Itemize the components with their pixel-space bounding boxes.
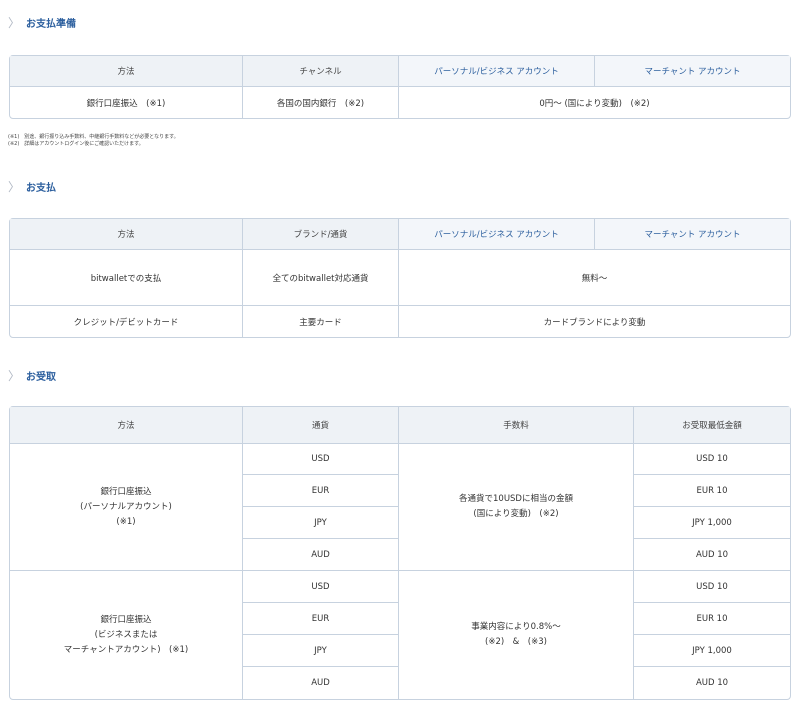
cell-currency: EUR bbox=[243, 475, 399, 507]
header-method: 方法 bbox=[10, 56, 243, 87]
cell-currency: AUD bbox=[243, 539, 399, 571]
method-line: 銀行口座振込 bbox=[100, 486, 152, 497]
cell-currency: USD bbox=[243, 444, 399, 475]
section-title-receive: 〉 お受取 bbox=[8, 367, 56, 384]
section-title-prep: 〉 お支払準備 bbox=[8, 14, 76, 31]
header-personal-business: パーソナル/ビジネス アカウント bbox=[399, 56, 595, 87]
header-brand: ブランド/通貨 bbox=[243, 219, 399, 250]
table-row: 銀行口座振込 (※1) 各国の国内銀行 (※2) 0円〜 (国により変動) (※… bbox=[10, 87, 790, 118]
cell-currency: EUR bbox=[243, 603, 399, 635]
cell-currency: AUD bbox=[243, 667, 399, 699]
prep-table: 方法 チャンネル パーソナル/ビジネス アカウント マーチャント アカウント 銀… bbox=[9, 55, 791, 119]
method-line: マーチャントアカウント) (※1) bbox=[63, 644, 189, 655]
header-personal-business: パーソナル/ビジネス アカウント bbox=[399, 219, 595, 250]
section-title-text: お受取 bbox=[26, 372, 57, 383]
cell-minimum: JPY 1,000 bbox=[634, 507, 790, 539]
note-1: (※1) 別途、銀行振り込み手数料、中継銀行手数料などが必要となります。 bbox=[8, 134, 179, 140]
cell-fee-business: 事業内容により0.8%〜 (※2) & (※3) bbox=[399, 571, 634, 699]
cell-minimum: AUD 10 bbox=[634, 539, 790, 571]
receive-table: 方法 通貨 手数料 お受取最低金額 銀行口座振込 (パーソナルアカウント) (※… bbox=[9, 406, 791, 700]
method-line: (ビジネスまたは bbox=[94, 629, 158, 640]
table-row: 銀行口座振込 (ビジネスまたは マーチャントアカウント) (※1) USD 事業… bbox=[10, 571, 790, 699]
table-row: bitwalletでの支払 全てのbitwallet対応通貨 無料〜 bbox=[10, 250, 790, 306]
section-title-payment: 〉 お支払 bbox=[8, 178, 56, 195]
cell-fee: 無料〜 bbox=[399, 250, 790, 306]
table-row: 銀行口座振込 (パーソナルアカウント) (※1) USD 各通貨で10USDに相… bbox=[10, 444, 790, 571]
cell-currency: JPY bbox=[243, 507, 399, 539]
table-row: クレジット/デビットカード 主要カード カードブランドにより変動 bbox=[10, 306, 790, 337]
header-merchant: マーチャント アカウント bbox=[595, 56, 790, 87]
cell-brand: 全てのbitwallet対応通貨 bbox=[243, 250, 399, 306]
header-method: 方法 bbox=[10, 219, 243, 250]
section-title-text: お支払 bbox=[26, 183, 57, 194]
fee-line: 各通貨で10USDに相当の金額 bbox=[459, 494, 573, 504]
cell-minimum: EUR 10 bbox=[634, 603, 790, 635]
payment-table: 方法 ブランド/通貨 パーソナル/ビジネス アカウント マーチャント アカウント… bbox=[9, 218, 791, 338]
cell-fee: 0円〜 (国により変動) (※2) bbox=[539, 98, 650, 109]
fee-line: (国により変動) (※2) bbox=[473, 509, 559, 519]
cell-fee-personal: 各通貨で10USDに相当の金額 (国により変動) (※2) bbox=[399, 444, 634, 571]
header-merchant: マーチャント アカウント bbox=[595, 219, 790, 250]
cell-method-personal: 銀行口座振込 (パーソナルアカウント) (※1) bbox=[10, 444, 243, 571]
cell-currency: USD bbox=[243, 571, 399, 603]
fee-line: 事業内容により0.8%〜 bbox=[471, 622, 561, 632]
cell-minimum: AUD 10 bbox=[695, 678, 729, 688]
cell-channel: 各国の国内銀行 (※2) bbox=[243, 87, 399, 118]
cell-brand: 主要カード bbox=[243, 306, 399, 337]
header-minimum: お受取最低金額 bbox=[634, 407, 790, 444]
section-title-text: お支払準備 bbox=[26, 19, 77, 30]
chevron-right-icon: 〉 bbox=[8, 369, 21, 383]
chevron-right-icon: 〉 bbox=[8, 16, 21, 30]
header-currency: 通貨 bbox=[243, 407, 399, 444]
fee-line: (※2) & (※3) bbox=[485, 637, 547, 647]
cell-method: bitwalletでの支払 bbox=[10, 250, 243, 306]
cell-method-business: 銀行口座振込 (ビジネスまたは マーチャントアカウント) (※1) bbox=[10, 571, 243, 699]
cell-minimum: JPY 1,000 bbox=[634, 635, 790, 667]
header-channel: チャンネル bbox=[243, 56, 399, 87]
method-line: (※1) bbox=[116, 516, 136, 527]
cell-currency: JPY bbox=[243, 635, 399, 667]
header-fee: 手数料 bbox=[399, 407, 634, 444]
header-method: 方法 bbox=[10, 407, 243, 444]
note-2: (※2) 詳細はアカウントログイン後にご確認いただけます。 bbox=[8, 141, 144, 147]
method-line: 銀行口座振込 bbox=[100, 614, 152, 625]
cell-minimum: USD 10 bbox=[634, 444, 790, 475]
cell-fee: カードブランドにより変動 bbox=[543, 317, 646, 328]
cell-minimum: USD 10 bbox=[634, 571, 790, 603]
cell-method: 銀行口座振込 (※1) bbox=[10, 87, 243, 118]
chevron-right-icon: 〉 bbox=[8, 180, 21, 194]
prep-notes: (※1) 別途、銀行振り込み手数料、中継銀行手数料などが必要となります。 (※2… bbox=[8, 134, 179, 148]
cell-method: クレジット/デビットカード bbox=[10, 306, 243, 337]
method-line: (パーソナルアカウント) bbox=[80, 501, 172, 512]
cell-minimum: EUR 10 bbox=[634, 475, 790, 507]
